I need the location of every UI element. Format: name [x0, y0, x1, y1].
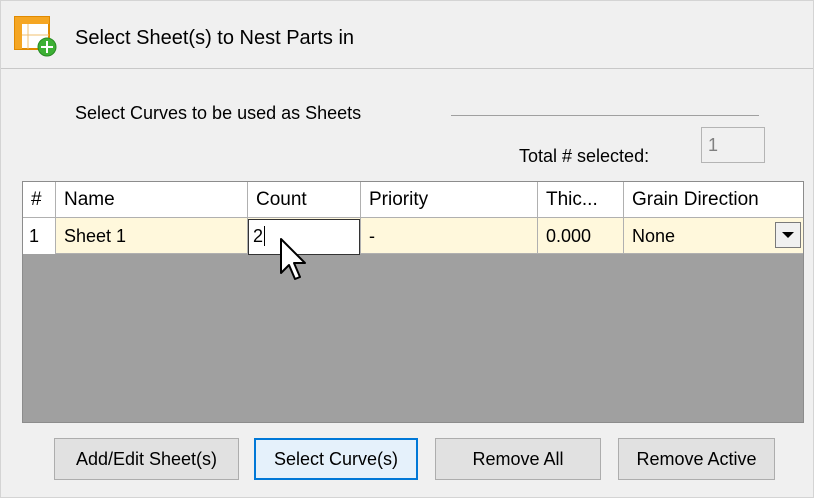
nest-sheets-dialog: Select Sheet(s) to Nest Parts in Select …	[0, 0, 814, 498]
total-selected-label: Total # selected:	[519, 146, 650, 166]
sheets-table[interactable]: # Name Count Priority Thic... Grain Dire…	[22, 181, 804, 423]
column-header-grain-direction[interactable]: Grain Direction	[624, 182, 803, 218]
cell-priority[interactable]: -	[361, 218, 538, 254]
cell-thickness[interactable]: 0.000	[538, 218, 624, 254]
column-header-count[interactable]: Count	[248, 182, 361, 218]
count-edit-value: 2	[253, 226, 264, 246]
column-header-priority[interactable]: Priority	[361, 182, 538, 218]
cell-grain-direction[interactable]: None	[624, 218, 803, 254]
grain-direction-dropdown-button[interactable]	[775, 222, 801, 248]
table-header: # Name Count Priority Thic... Grain Dire…	[23, 182, 803, 218]
chevron-down-icon	[782, 232, 794, 238]
column-header-number[interactable]: #	[23, 182, 56, 218]
text-caret	[264, 226, 266, 246]
remove-active-button[interactable]: Remove Active	[618, 438, 775, 480]
mouse-cursor-icon	[280, 238, 306, 280]
table-row[interactable]: 1 Sheet 1 - 0.000 None	[23, 218, 803, 254]
column-header-name[interactable]: Name	[56, 182, 248, 218]
sheet-add-icon	[14, 16, 57, 57]
column-header-thickness[interactable]: Thic...	[538, 182, 624, 218]
cell-name[interactable]: Sheet 1	[56, 218, 248, 254]
curves-group-label: Select Curves to be used as Sheets	[75, 103, 362, 123]
select-curves-button[interactable]: Select Curve(s)	[254, 438, 418, 480]
dialog-title: Select Sheet(s) to Nest Parts in	[75, 27, 355, 49]
remove-all-button[interactable]: Remove All	[435, 438, 601, 480]
group-divider	[451, 115, 759, 116]
total-selected-field: 1	[701, 127, 765, 163]
row-number: 1	[23, 218, 56, 254]
dialog-header: Select Sheet(s) to Nest Parts in	[1, 1, 813, 69]
grain-direction-value: None	[632, 226, 676, 246]
add-edit-sheets-button[interactable]: Add/Edit Sheet(s)	[54, 438, 239, 480]
